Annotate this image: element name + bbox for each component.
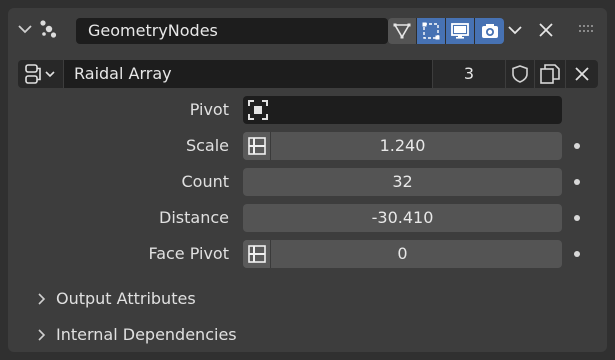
close-icon	[575, 67, 589, 81]
modifier-visibility-toggles	[388, 18, 504, 44]
chevron-right-icon	[38, 329, 46, 341]
on-cage-toggle[interactable]	[417, 18, 446, 44]
scale-field[interactable]: 1.240	[243, 132, 562, 160]
node-group-name-field[interactable]: Raidal Array	[64, 60, 432, 88]
edit-mode-icon	[393, 23, 411, 39]
on-cage-icon	[422, 22, 440, 40]
property-pivot: Pivot	[8, 96, 607, 124]
property-label: Distance	[159, 208, 229, 227]
pivot-object-field[interactable]	[243, 96, 562, 124]
distance-field[interactable]: -30.410	[243, 204, 562, 232]
property-distance: Distance -30.410	[8, 204, 607, 232]
chevron-down-icon[interactable]	[16, 20, 34, 38]
subpanel-label: Internal Dependencies	[56, 325, 237, 344]
render-toggle[interactable]	[475, 18, 504, 44]
duplicate-icon	[540, 64, 560, 84]
unlink-node-group-button[interactable]	[566, 60, 598, 88]
modifier-panel: GeometryNodes Raidal Array 3 Pivot Scale…	[8, 8, 607, 352]
keyframe-dot[interactable]	[574, 143, 580, 149]
property-value: -30.410	[371, 208, 434, 227]
fake-user-button[interactable]	[506, 60, 534, 88]
modifier-name-field[interactable]: GeometryNodes	[76, 18, 388, 44]
property-label: Scale	[185, 136, 229, 155]
geometry-nodes-icon	[40, 20, 57, 38]
close-icon[interactable]	[536, 20, 556, 40]
property-label: Face Pivot	[148, 244, 229, 263]
keyframe-dot[interactable]	[574, 215, 580, 221]
property-value: 1.240	[379, 136, 426, 155]
keyframe-dot[interactable]	[574, 251, 580, 257]
face-pivot-field[interactable]: 0	[243, 240, 562, 268]
edit-mode-toggle[interactable]	[388, 18, 417, 44]
chevron-down-icon[interactable]	[505, 20, 525, 40]
property-value: 32	[392, 172, 413, 191]
duplicate-node-group-button[interactable]	[535, 60, 565, 88]
node-group-users-count[interactable]: 3	[433, 60, 505, 88]
camera-icon	[481, 24, 498, 38]
keyframe-dot[interactable]	[574, 179, 580, 185]
chevron-right-icon	[38, 293, 46, 305]
modifier-header: GeometryNodes	[8, 8, 607, 52]
shield-icon	[512, 65, 528, 83]
node-group-browse-button[interactable]	[18, 60, 63, 88]
property-count: Count 32	[8, 168, 607, 196]
monitor-icon	[451, 23, 469, 39]
node-group-selector: Raidal Array 3	[18, 60, 600, 88]
property-label: Pivot	[189, 100, 229, 119]
drag-handle-icon[interactable]	[578, 24, 596, 34]
object-eyedropper-button[interactable]	[247, 99, 269, 121]
property-scale: Scale 1.240	[8, 132, 607, 160]
property-value: 0	[397, 244, 408, 263]
property-label: Count	[181, 172, 229, 191]
property-face-pivot: Face Pivot 0	[8, 240, 607, 268]
empty-object-icon	[248, 100, 268, 120]
node-tree-icon	[24, 64, 55, 84]
count-field[interactable]: 32	[243, 168, 562, 196]
viewport-display-toggle[interactable]	[446, 18, 475, 44]
subpanel-label: Output Attributes	[56, 289, 196, 308]
